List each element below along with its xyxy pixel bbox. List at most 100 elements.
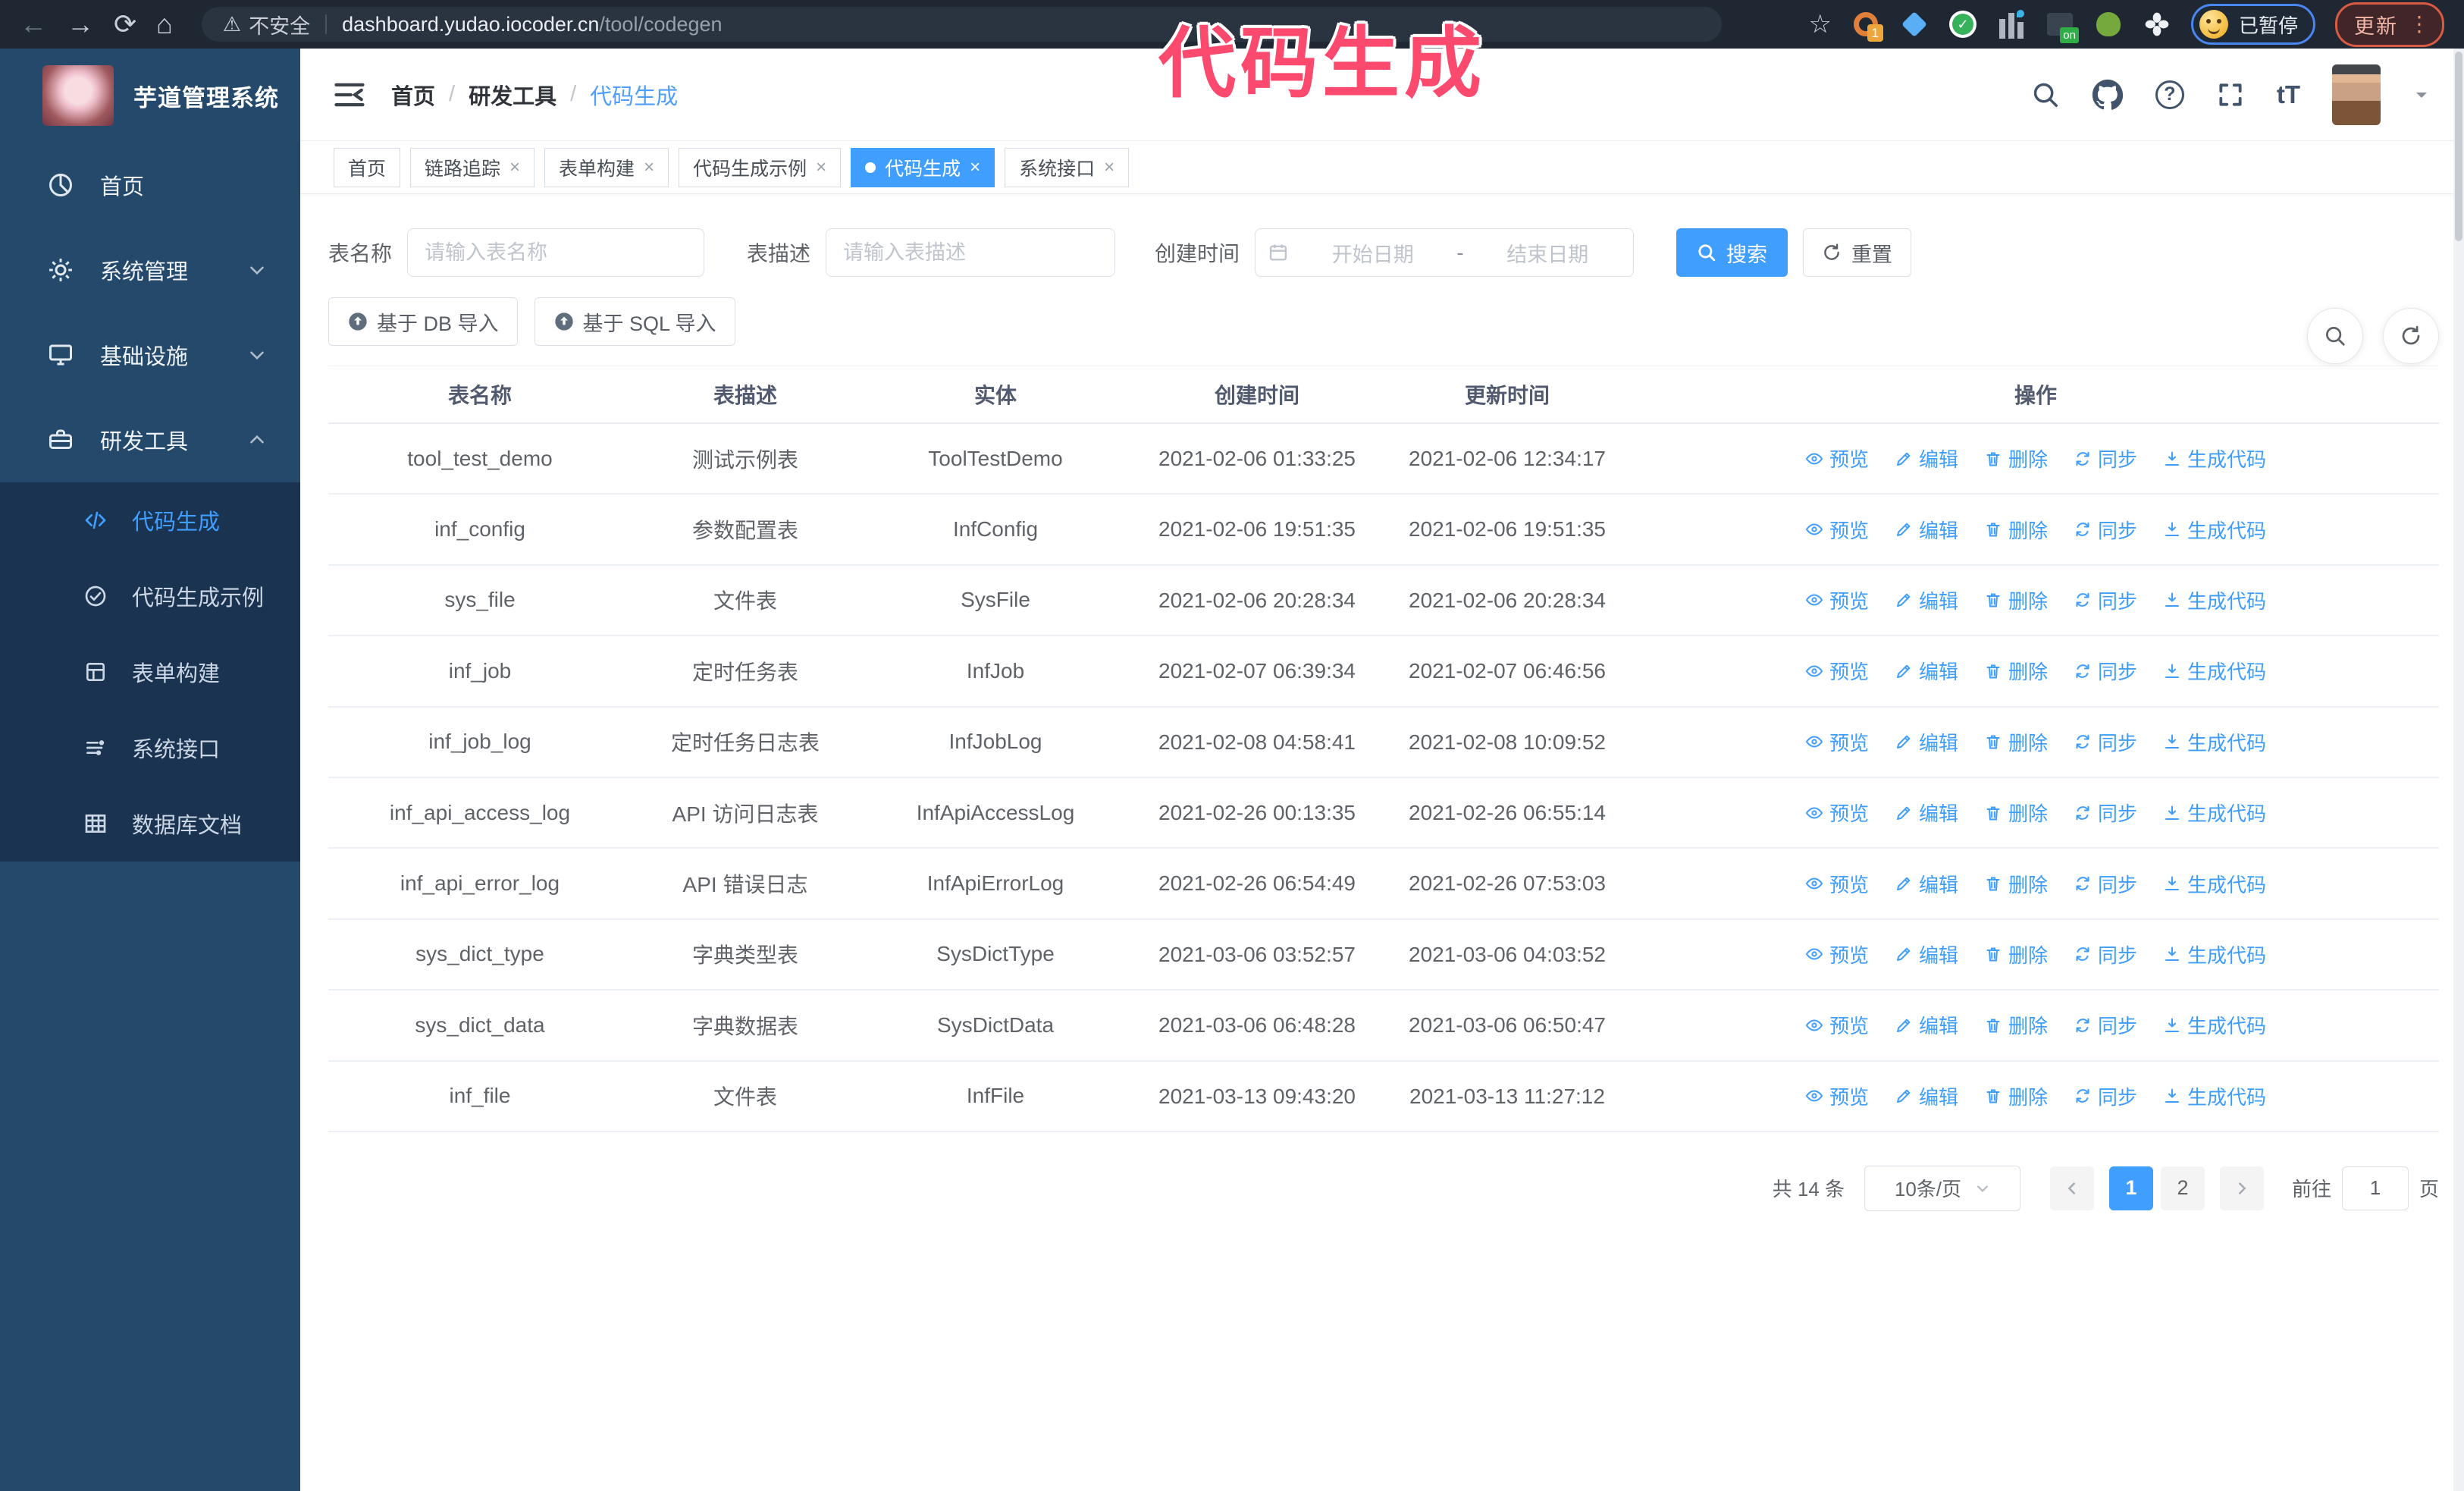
sidebar-item-system[interactable]: 系统管理 [0, 228, 300, 312]
action-preview[interactable]: 预览 [1805, 1011, 1869, 1039]
table-desc-input[interactable] [826, 229, 1115, 276]
refresh-table-button[interactable] [2383, 308, 2439, 364]
action-generate[interactable]: 生成代码 [2163, 870, 2266, 898]
action-delete[interactable]: 删除 [1984, 657, 2048, 685]
sidebar-item-infra[interactable]: 基础设施 [0, 312, 300, 397]
action-delete[interactable]: 删除 [1984, 728, 2048, 756]
tab-表单构建[interactable]: 表单构建 × [544, 147, 669, 187]
action-edit[interactable]: 编辑 [1895, 516, 1958, 544]
logo-row[interactable]: 芋道管理系统 [0, 49, 300, 143]
action-preview[interactable]: 预览 [1805, 516, 1869, 544]
sidebar-item-devtools[interactable]: 研发工具 [0, 397, 300, 482]
action-generate[interactable]: 生成代码 [2163, 940, 2266, 968]
back-icon[interactable]: ← [20, 8, 47, 40]
action-delete[interactable]: 删除 [1984, 516, 2048, 544]
search-button[interactable]: 搜索 [1676, 228, 1788, 277]
extension-icon[interactable]: 1 [1851, 10, 1883, 42]
page-size-select[interactable]: 10条/页 [1864, 1165, 2020, 1211]
reset-button[interactable]: 重置 [1803, 228, 1912, 277]
import-db-button[interactable]: 基于 DB 导入 [328, 297, 518, 346]
page-scrollbar[interactable] [2453, 49, 2464, 1491]
action-delete[interactable]: 删除 [1984, 940, 2048, 968]
prev-page-button[interactable] [2049, 1166, 2094, 1210]
action-edit[interactable]: 编辑 [1895, 728, 1958, 756]
tab-链路追踪[interactable]: 链路追踪 × [410, 147, 535, 187]
action-edit[interactable]: 编辑 [1895, 870, 1958, 898]
tab-首页[interactable]: 首页 [334, 147, 401, 187]
bookmark-star-icon[interactable]: ☆ [1809, 9, 1832, 39]
breadcrumb-item[interactable]: 研发工具 [469, 79, 556, 111]
extension-on-icon[interactable]: on [2045, 10, 2079, 43]
action-preview[interactable]: 预览 [1805, 657, 1869, 685]
close-icon[interactable]: × [816, 157, 826, 178]
address-bar[interactable]: ⚠ 不安全 dashboard.yudao.iocoder.cn/tool/co… [201, 7, 1722, 42]
profile-paused-pill[interactable]: 已暂停 [2190, 4, 2315, 45]
action-generate[interactable]: 生成代码 [2163, 799, 2266, 827]
action-preview[interactable]: 预览 [1805, 799, 1869, 827]
sidebar-subitem-codegen[interactable]: 代码生成 [0, 482, 300, 558]
chevron-down-icon[interactable] [2412, 86, 2431, 104]
tab-代码生成[interactable]: 代码生成 × [851, 147, 995, 187]
toggle-search-button[interactable] [2307, 308, 2363, 364]
extension-monkey-icon[interactable] [2094, 10, 2123, 39]
action-preview[interactable]: 预览 [1805, 940, 1869, 968]
sidebar-subitem-db-doc[interactable]: 数据库文档 [0, 786, 300, 862]
scrollbar-thumb[interactable] [2455, 52, 2462, 241]
update-button[interactable]: 更新 ⋮ [2335, 2, 2444, 47]
action-delete[interactable]: 删除 [1984, 444, 2048, 472]
font-size-icon[interactable]: tT [2277, 80, 2300, 109]
breadcrumb-item[interactable]: 首页 [391, 79, 435, 111]
reload-icon[interactable]: ⟳ [114, 8, 136, 40]
help-icon[interactable]: ? [2155, 80, 2184, 109]
action-sync[interactable]: 同步 [2074, 657, 2137, 685]
action-delete[interactable]: 删除 [1984, 586, 2048, 614]
action-sync[interactable]: 同步 [2074, 940, 2137, 968]
action-generate[interactable]: 生成代码 [2163, 1011, 2266, 1039]
action-generate[interactable]: 生成代码 [2163, 586, 2266, 614]
tab-代码生成示例[interactable]: 代码生成示例 × [679, 147, 842, 187]
action-edit[interactable]: 编辑 [1895, 799, 1958, 827]
action-sync[interactable]: 同步 [2074, 870, 2137, 898]
close-icon[interactable]: × [509, 157, 520, 178]
action-sync[interactable]: 同步 [2074, 586, 2137, 614]
github-icon[interactable] [2092, 79, 2124, 111]
action-edit[interactable]: 编辑 [1895, 1011, 1958, 1039]
action-edit[interactable]: 编辑 [1895, 940, 1958, 968]
action-delete[interactable]: 删除 [1984, 1082, 2048, 1110]
action-generate[interactable]: 生成代码 [2163, 657, 2266, 685]
sidebar-subitem-codegen-example[interactable]: 代码生成示例 [0, 558, 300, 634]
action-generate[interactable]: 生成代码 [2163, 1082, 2266, 1110]
user-avatar[interactable] [2332, 64, 2381, 125]
search-icon[interactable] [2031, 80, 2060, 109]
action-generate[interactable]: 生成代码 [2163, 444, 2266, 472]
action-edit[interactable]: 编辑 [1895, 586, 1958, 614]
close-icon[interactable]: × [1104, 157, 1114, 178]
table-name-input[interactable] [408, 229, 704, 276]
close-icon[interactable]: × [970, 157, 980, 178]
forward-icon[interactable]: → [67, 8, 94, 40]
action-edit[interactable]: 编辑 [1895, 1082, 1958, 1110]
extension-pinwheel-icon[interactable] [2143, 10, 2171, 39]
sidebar-subitem-form-builder[interactable]: 表单构建 [0, 634, 300, 710]
action-preview[interactable]: 预览 [1805, 1082, 1869, 1110]
action-delete[interactable]: 删除 [1984, 1011, 2048, 1039]
collapse-sidebar-icon[interactable] [334, 81, 365, 108]
action-preview[interactable]: 预览 [1805, 870, 1869, 898]
next-page-button[interactable] [2219, 1166, 2264, 1210]
action-sync[interactable]: 同步 [2074, 728, 2137, 756]
action-preview[interactable]: 预览 [1805, 728, 1869, 756]
goto-page-input[interactable] [2341, 1166, 2409, 1210]
kebab-menu-icon[interactable]: ⋮ [2409, 14, 2430, 35]
import-sql-button[interactable]: 基于 SQL 导入 [534, 297, 735, 346]
home-icon[interactable]: ⌂ [156, 8, 173, 40]
action-generate[interactable]: 生成代码 [2163, 516, 2266, 544]
fullscreen-icon[interactable] [2216, 80, 2245, 109]
action-edit[interactable]: 编辑 [1895, 657, 1958, 685]
extension-check-icon[interactable]: ✓ [1948, 10, 1977, 39]
extension-tabs-icon[interactable] [1997, 10, 2026, 39]
date-range-input[interactable]: 开始日期 - 结束日期 [1255, 228, 1635, 277]
extension-gem-icon[interactable] [1900, 10, 1929, 39]
page-button-2[interactable]: 2 [2160, 1166, 2205, 1210]
action-delete[interactable]: 删除 [1984, 870, 2048, 898]
action-sync[interactable]: 同步 [2074, 799, 2137, 827]
